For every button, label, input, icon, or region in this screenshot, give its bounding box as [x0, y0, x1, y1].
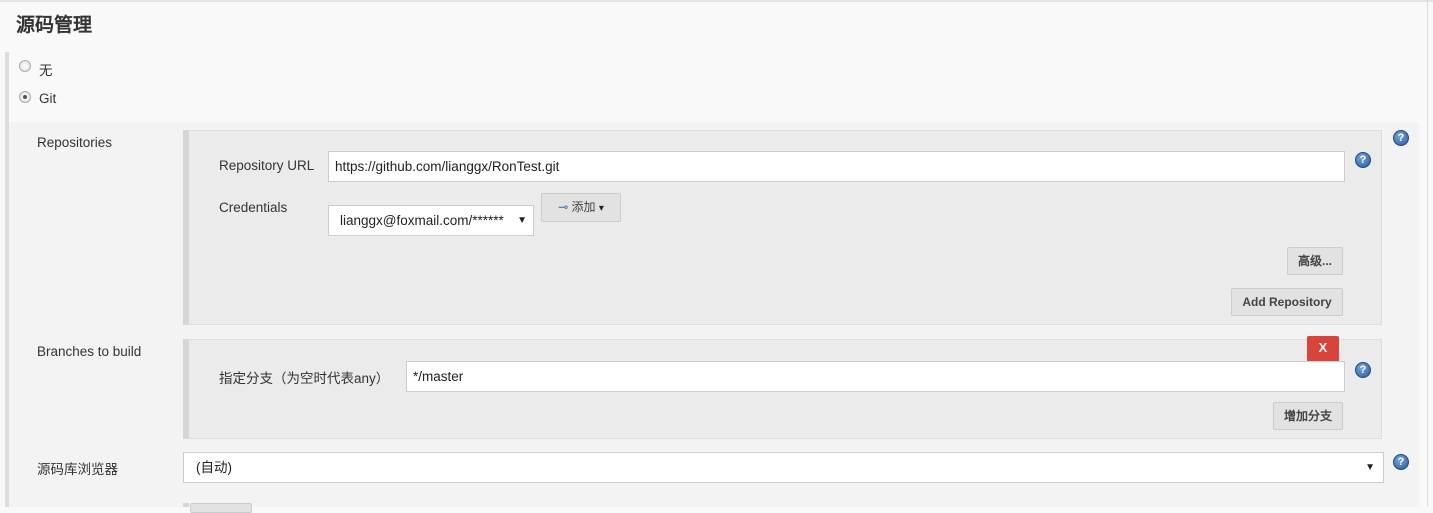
repo-browser-label: 源码库浏览器 [37, 462, 118, 477]
branches-label: Branches to build [37, 344, 142, 359]
caret-down-icon: ▾ [598, 203, 604, 214]
repo-browser-value: (自动) [196, 460, 232, 475]
add-repository-button[interactable]: Add Repository [1231, 288, 1343, 316]
caret-down-icon: ▼ [517, 215, 527, 226]
credentials-value: lianggx@foxmail.com/****** [340, 213, 504, 228]
add-branch-button[interactable]: 增加分支 [1273, 402, 1343, 430]
repository-url-input[interactable]: https://github.com/lianggx/RonTest.git [328, 151, 1345, 182]
help-icon[interactable]: ? [1393, 130, 1409, 146]
radio-none-label: 无 [39, 63, 53, 78]
add-credentials-label: 添加 [571, 200, 596, 214]
repo-browser-select[interactable]: (自动) ▼ [183, 452, 1384, 483]
help-icon[interactable]: ? [1355, 152, 1371, 168]
credentials-label: Credentials [219, 200, 288, 215]
add-credentials-button[interactable]: ⊸ 添加 ▾ [541, 193, 621, 222]
repositories-label: Repositories [37, 135, 113, 150]
radio-git-label: Git [39, 91, 57, 106]
caret-down-icon: ▼ [1365, 462, 1375, 473]
help-icon[interactable]: ? [1393, 454, 1409, 470]
partial-button[interactable] [190, 503, 252, 513]
branch-specifier-label: 指定分支（为空时代表any） [219, 371, 390, 386]
section-title: 源码管理 [16, 15, 93, 36]
help-icon[interactable]: ? [1355, 362, 1371, 378]
top-divider [0, 0, 1433, 2]
repository-url-label: Repository URL [219, 158, 315, 173]
radio-git[interactable] [19, 91, 31, 103]
delete-branch-button[interactable]: X [1307, 336, 1339, 362]
radio-none[interactable] [19, 60, 31, 72]
panel-edge [183, 503, 189, 507]
advanced-button[interactable]: 高级... [1287, 247, 1343, 275]
branch-specifier-input[interactable]: */master [406, 361, 1345, 392]
right-divider [1427, 0, 1428, 507]
credentials-select[interactable]: lianggx@foxmail.com/****** ▼ [328, 205, 534, 236]
key-icon: ⊸ [558, 200, 569, 214]
